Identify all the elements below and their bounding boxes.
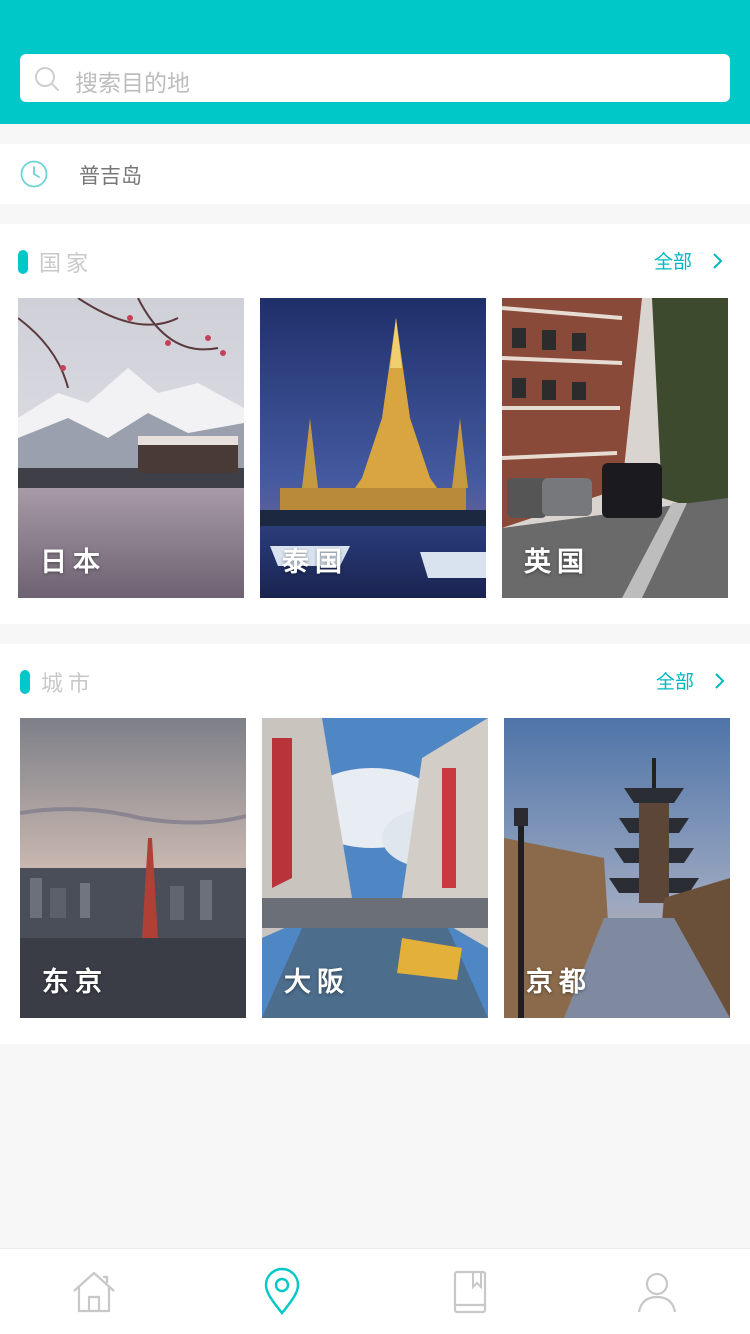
header: 搜索目的地 xyxy=(0,0,750,124)
search-placeholder: 搜索目的地 xyxy=(75,71,190,97)
card-label: 英国 xyxy=(524,547,590,578)
cities-section: 城市 全部 东京 大阪 京都 xyxy=(0,644,750,1044)
search-icon xyxy=(35,67,59,91)
card-label: 大阪 xyxy=(284,967,350,998)
section-title: 城市 xyxy=(41,672,96,697)
city-card-tokyo[interactable]: 东京 xyxy=(20,718,246,1018)
chevron-right-icon[interactable] xyxy=(713,671,727,691)
countries-all-link[interactable]: 全部 xyxy=(654,247,692,274)
section-accent-bar xyxy=(20,670,30,694)
search-history-item[interactable]: 普吉岛 xyxy=(0,144,750,204)
book-icon[interactable] xyxy=(445,1267,495,1317)
clock-icon xyxy=(20,160,48,188)
section-title: 国家 xyxy=(39,252,94,277)
user-icon[interactable] xyxy=(632,1267,682,1317)
card-label: 京都 xyxy=(526,967,592,998)
cities-all-link[interactable]: 全部 xyxy=(656,667,694,694)
chevron-right-icon[interactable] xyxy=(711,251,725,271)
city-card-kyoto[interactable]: 京都 xyxy=(504,718,730,1018)
search-bar[interactable]: 搜索目的地 xyxy=(20,54,730,102)
card-label: 东京 xyxy=(42,967,108,998)
country-card-uk[interactable]: 英国 xyxy=(502,298,728,598)
country-card-japan[interactable]: 日本 xyxy=(18,298,244,598)
location-icon[interactable] xyxy=(257,1267,307,1317)
section-accent-bar xyxy=(18,250,28,274)
countries-section: 国家 全部 日本 泰国 英国 xyxy=(0,224,750,624)
country-card-thailand[interactable]: 泰国 xyxy=(260,298,486,598)
card-label: 泰国 xyxy=(282,547,348,578)
city-card-osaka[interactable]: 大阪 xyxy=(262,718,488,1018)
bottom-tab-bar xyxy=(0,1248,750,1334)
card-label: 日本 xyxy=(40,547,106,578)
history-item-label: 普吉岛 xyxy=(79,164,142,188)
home-icon[interactable] xyxy=(69,1267,119,1317)
